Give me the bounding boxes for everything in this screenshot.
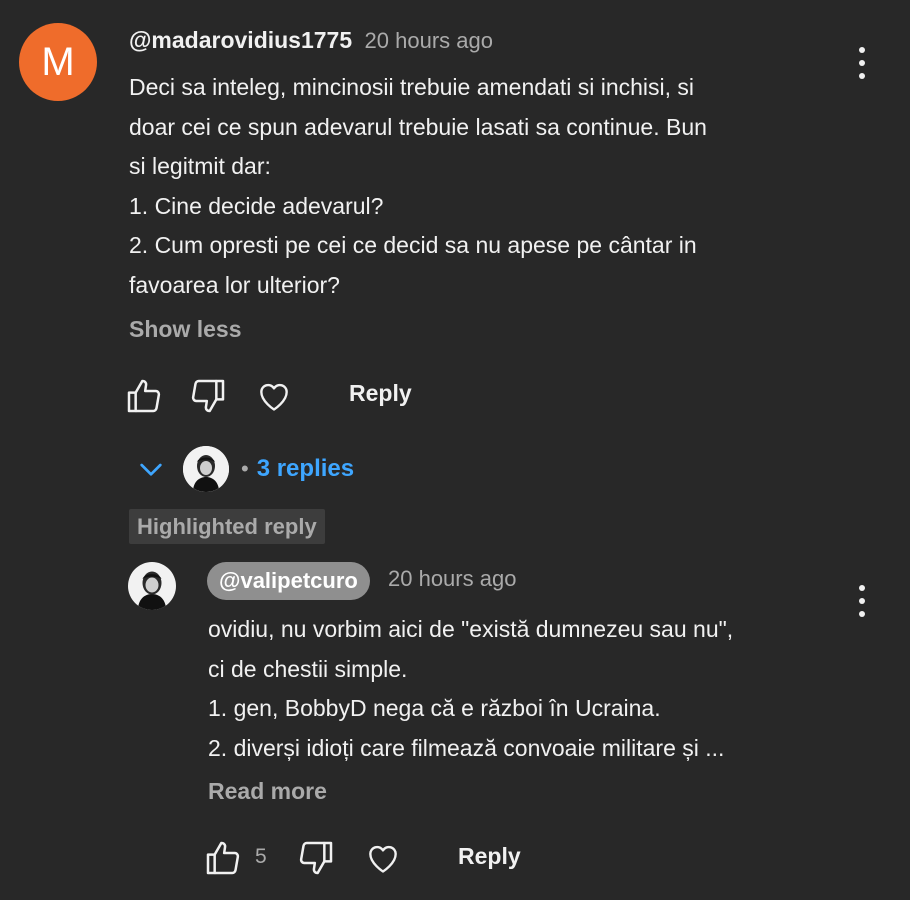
reply-heart-button[interactable] xyxy=(361,836,405,880)
reply-time[interactable]: 20 hours ago xyxy=(388,566,516,592)
reply-avatar[interactable] xyxy=(128,562,176,610)
comment-line: favoarea lor ulterior? xyxy=(129,271,340,298)
comment-line: 1. Cine decide adevarul? xyxy=(129,192,384,219)
highlighted-reply-badge: Highlighted reply xyxy=(129,509,325,544)
chevron-down-icon xyxy=(140,463,162,476)
reply-button[interactable]: Reply xyxy=(349,380,412,407)
more-vert-icon[interactable] xyxy=(858,585,866,617)
heart-button[interactable] xyxy=(252,374,296,418)
reply-reply-button[interactable]: Reply xyxy=(458,843,521,870)
like-count: 5 xyxy=(255,845,267,868)
reply-line: ovidiu, nu vorbim aici de "există dumnez… xyxy=(208,616,734,642)
avatar-letter: M xyxy=(41,39,75,84)
replies-count[interactable]: 3 replies xyxy=(257,455,354,483)
thumbs-up-icon xyxy=(127,379,161,413)
thumbs-down-icon xyxy=(191,379,225,413)
replies-separator: • xyxy=(241,456,249,481)
show-less-button[interactable]: Show less xyxy=(129,316,241,343)
comment-body: Deci sa inteleg, mincinosii trebuie amen… xyxy=(129,68,829,305)
comment-line: si legitmit dar: xyxy=(129,153,271,179)
comment-author[interactable]: @madarovidius1775 xyxy=(129,27,352,53)
replier-avatar xyxy=(183,446,229,492)
thumbs-down-icon xyxy=(299,841,333,875)
reply-line: ci de chestii simple. xyxy=(208,655,408,682)
more-vert-icon[interactable] xyxy=(858,47,866,79)
thumbs-up-icon xyxy=(206,841,240,875)
reply-line: 2. diverși idioți care filmează convoaie… xyxy=(208,734,725,761)
dislike-button[interactable] xyxy=(186,374,230,418)
comment-line: Deci sa inteleg, mincinosii trebuie amen… xyxy=(129,74,695,100)
reply-body: ovidiu, nu vorbim aici de "există dumnez… xyxy=(208,610,828,768)
comment-line: 2. Cum opresti pe cei ce decid sa nu ape… xyxy=(129,232,697,258)
reply-line: 1. gen, BobbyD nega că e război în Ucrai… xyxy=(208,695,661,721)
reply-dislike-button[interactable] xyxy=(294,836,338,880)
like-button[interactable] xyxy=(122,374,166,418)
reply-author-chip[interactable]: @valipetcuro xyxy=(207,562,370,600)
comment-line: doar cei ce spun adevarul trebuie lasati… xyxy=(129,113,707,140)
comment-time[interactable]: 20 hours ago xyxy=(365,28,493,53)
heart-icon xyxy=(369,845,397,873)
heart-icon xyxy=(260,383,288,411)
comment-header: @madarovidius1775 20 hours ago xyxy=(129,27,493,54)
avatar[interactable]: M xyxy=(19,23,97,101)
read-more-button[interactable]: Read more xyxy=(208,778,327,805)
replies-toggle[interactable]: • 3 replies xyxy=(135,440,354,498)
reply-like-button[interactable] xyxy=(201,836,245,880)
